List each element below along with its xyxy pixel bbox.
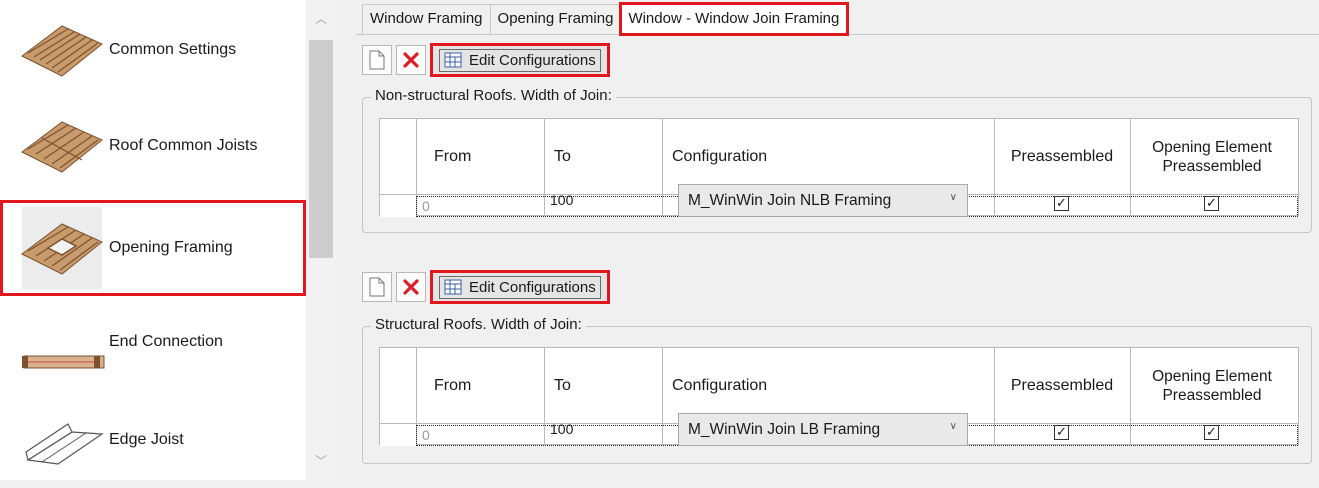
configuration-value: M_WinWin Join LB Framing — [688, 420, 881, 438]
new-row-button[interactable] — [362, 272, 392, 302]
tab-window-framing[interactable]: Window Framing — [362, 4, 491, 34]
edge-joist-icon — [25, 423, 104, 465]
sidebar-item-end-connection[interactable]: End Connection — [0, 294, 306, 390]
from-cell[interactable]: 0 — [422, 425, 430, 446]
sidebar-item-common-settings[interactable]: Common Settings — [0, 2, 306, 98]
group-non-structural-roofs: Non-structural Roofs. Width of Join: Fro… — [362, 87, 1312, 233]
table-grid-icon — [444, 279, 462, 295]
configuration-dropdown[interactable]: M_WinWin Join NLB Framing ∨ — [678, 184, 968, 217]
toolbar-non-structural: Edit Configurations — [362, 43, 610, 77]
from-cell[interactable]: 0 — [422, 196, 430, 217]
delete-x-icon — [403, 279, 419, 295]
sidebar-scrollbar[interactable]: ︿ ﹀ — [306, 0, 336, 480]
group-title: Structural Roofs. Width of Join: — [371, 316, 586, 333]
sidebar-item-label: End Connection — [109, 333, 223, 350]
end-connection-icon — [22, 355, 105, 369]
sidebar-item-opening-framing[interactable]: Opening Framing — [0, 200, 306, 296]
to-cell[interactable]: 100 — [550, 419, 573, 440]
configuration-dropdown[interactable]: M_WinWin Join LB Framing ∨ — [678, 413, 968, 446]
row-header[interactable] — [380, 425, 416, 446]
opening-preassembled-checkbox[interactable]: ✓ — [1204, 425, 1219, 440]
sidebar-item-label: Roof Common Joists — [109, 137, 258, 154]
new-document-icon — [369, 277, 385, 297]
group-title: Non-structural Roofs. Width of Join: — [371, 87, 616, 104]
column-header-to: To — [554, 377, 571, 394]
scrollbar-thumb[interactable] — [309, 40, 333, 258]
column-header-preassembled: Preassembled — [1010, 377, 1114, 394]
to-cell[interactable]: 100 — [550, 190, 573, 211]
opening-framing-icon — [21, 223, 103, 275]
roof-joists-icon — [21, 121, 103, 173]
new-document-icon — [369, 50, 385, 70]
category-sidebar: Common Settings Roof Common Joists Openi… — [0, 0, 336, 480]
configuration-value: M_WinWin Join NLB Framing — [688, 191, 892, 209]
column-header-opening-preassembled: Opening Element Preassembled — [1152, 368, 1272, 404]
floor-joists-icon — [21, 25, 103, 77]
edit-configurations-button[interactable]: Edit Configurations — [430, 43, 610, 77]
sidebar-item-label: Edge Joist — [109, 431, 184, 448]
sidebar-item-roof-common-joists[interactable]: Roof Common Joists — [0, 98, 306, 194]
preassembled-checkbox[interactable]: ✓ — [1054, 196, 1069, 211]
edit-configurations-label: Edit Configurations — [469, 278, 596, 296]
tab-strip: Window Framing Opening Framing Window - … — [362, 2, 850, 36]
new-row-button[interactable] — [362, 45, 392, 75]
sidebar-item-label: Common Settings — [109, 41, 237, 58]
column-header-from: From — [434, 377, 472, 394]
preassembled-checkbox[interactable]: ✓ — [1054, 425, 1069, 440]
chevron-down-icon: ∨ — [949, 192, 957, 203]
row-header[interactable] — [380, 196, 416, 217]
scroll-up-icon[interactable]: ︿ — [314, 12, 328, 26]
join-width-grid: From To Configuration Preassembled Openi… — [379, 118, 1299, 217]
column-header-to: To — [554, 148, 571, 165]
table-row[interactable]: 0 100 M_WinWin Join LB Framing ∨ ✓ ✓ — [380, 413, 1298, 446]
delete-x-icon — [403, 52, 419, 68]
table-grid-icon — [444, 52, 462, 68]
table-row[interactable]: 0 100 M_WinWin Join NLB Framing ∨ ✓ ✓ — [380, 184, 1298, 217]
delete-row-button[interactable] — [396, 272, 426, 302]
column-header-opening-preassembled: Opening Element Preassembled — [1152, 139, 1272, 175]
scroll-down-icon[interactable]: ﹀ — [314, 454, 328, 468]
column-header-from: From — [434, 148, 472, 165]
sidebar-item-label: Opening Framing — [109, 239, 233, 256]
column-header-preassembled: Preassembled — [1010, 148, 1114, 165]
join-width-grid: From To Configuration Preassembled Openi… — [379, 347, 1299, 446]
toolbar-structural: Edit Configurations — [362, 270, 610, 304]
delete-row-button[interactable] — [396, 45, 426, 75]
tab-opening-framing[interactable]: Opening Framing — [490, 4, 622, 34]
tab-window-window-join-framing[interactable]: Window - Window Join Framing — [619, 2, 850, 36]
group-structural-roofs: Structural Roofs. Width of Join: From To… — [362, 316, 1312, 464]
chevron-down-icon: ∨ — [949, 421, 957, 432]
edit-configurations-button[interactable]: Edit Configurations — [430, 270, 610, 304]
sidebar-item-edge-joist[interactable]: Edge Joist — [0, 392, 306, 488]
edit-configurations-label: Edit Configurations — [469, 51, 596, 69]
opening-preassembled-checkbox[interactable]: ✓ — [1204, 196, 1219, 211]
